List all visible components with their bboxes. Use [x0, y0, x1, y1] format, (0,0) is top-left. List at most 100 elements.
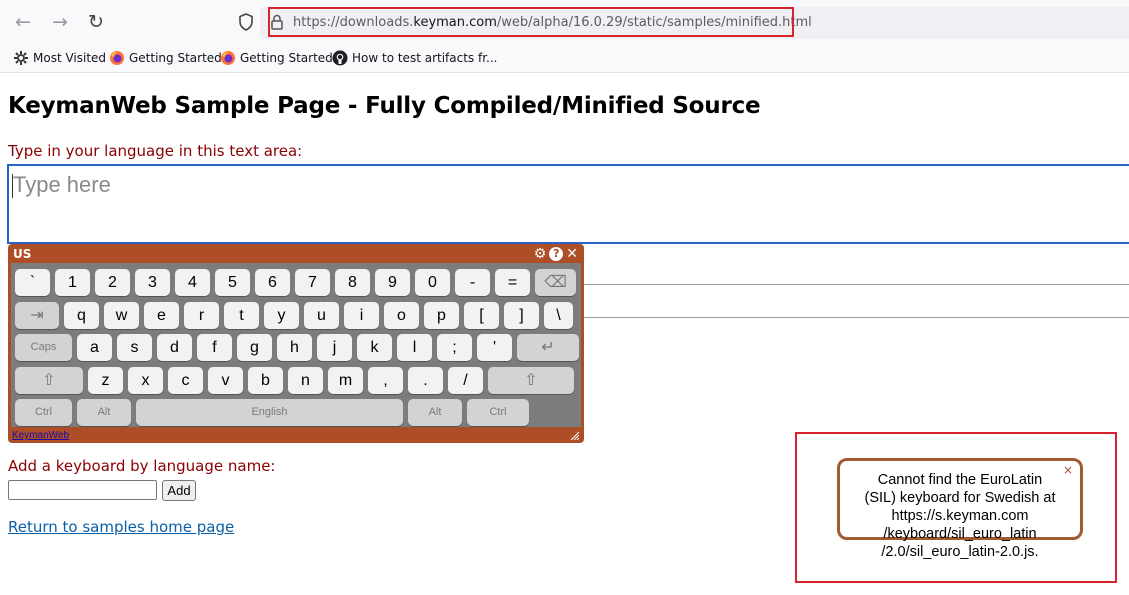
browser-toolbar: ← → ↻ https://downloads.keyman.com/web/a…: [0, 0, 1129, 44]
alert-message: Cannot find the EuroLatin (SIL) keyboard…: [830, 471, 1090, 561]
key-enter[interactable]: ↵: [517, 334, 579, 361]
alert-line: /keyboard/sil_euro_latin: [883, 526, 1037, 542]
alert-line: (SIL) keyboard for Swedish at: [864, 490, 1056, 506]
key-char[interactable]: g: [237, 334, 272, 361]
bookmark-most-visited[interactable]: Most Visited: [13, 49, 106, 67]
key-char[interactable]: Caps: [15, 334, 72, 361]
key-char[interactable]: 3: [135, 269, 170, 296]
osk-toolbar: ⚙ ? ✕: [534, 247, 578, 261]
key-char[interactable]: 7: [295, 269, 330, 296]
back-arrow-icon[interactable]: ←: [11, 10, 35, 34]
key-char[interactable]: Alt: [77, 399, 131, 426]
key-char[interactable]: r: [184, 301, 219, 329]
gear-icon: [14, 51, 28, 65]
page-title: KeymanWeb Sample Page - Fully Compiled/M…: [8, 93, 761, 119]
key-char[interactable]: ,: [368, 366, 403, 394]
key-bksp[interactable]: ⌫: [535, 269, 576, 296]
key-char[interactable]: 5: [215, 269, 250, 296]
key-char[interactable]: v: [208, 366, 243, 394]
help-icon[interactable]: ?: [549, 247, 564, 261]
key-char[interactable]: k: [357, 334, 392, 361]
key-char[interactable]: 0: [415, 269, 450, 296]
key-char[interactable]: Ctrl: [467, 399, 529, 426]
key-char[interactable]: z: [88, 366, 123, 394]
key-char[interactable]: i: [344, 301, 379, 329]
bookmark-label: Getting Started: [129, 51, 222, 65]
key-char[interactable]: /: [448, 366, 483, 394]
forward-arrow-icon[interactable]: →: [48, 10, 72, 34]
text-area[interactable]: Type here: [7, 164, 1129, 244]
key-char[interactable]: w: [104, 301, 139, 329]
bookmark-label: Most Visited: [33, 51, 107, 65]
key-char[interactable]: u: [304, 301, 339, 329]
shield-icon[interactable]: [236, 12, 256, 32]
alert-line: https://s.keyman.com: [891, 508, 1029, 524]
divider-line: [584, 284, 1129, 285]
key-space[interactable]: English: [136, 399, 403, 426]
keymanweb-link[interactable]: KeymanWeb: [12, 430, 69, 441]
key-char[interactable]: a: [77, 334, 112, 361]
bookmark-label: How to test artifacts fr...: [352, 51, 498, 65]
bookmark-getting-started[interactable]: Getting Started: [109, 49, 222, 67]
key-char[interactable]: e: [144, 301, 179, 329]
key-char[interactable]: ;: [437, 334, 472, 361]
key-char[interactable]: j: [317, 334, 352, 361]
key-char[interactable]: 2: [95, 269, 130, 296]
close-icon[interactable]: ✕: [566, 247, 578, 261]
bookmark-getting-started-2[interactable]: Getting Started: [220, 49, 333, 67]
key-char[interactable]: b: [248, 366, 283, 394]
key-char[interactable]: `: [15, 269, 50, 296]
key-char[interactable]: Alt: [408, 399, 462, 426]
textarea-label: Type in your language in this text area:: [8, 142, 303, 160]
textarea-placeholder: Type here: [13, 172, 111, 197]
osk-title: US: [13, 247, 32, 261]
resize-handle-icon[interactable]: [569, 430, 579, 440]
key-char[interactable]: y: [264, 301, 299, 329]
key-char[interactable]: c: [168, 366, 203, 394]
add-keyboard-label: Add a keyboard by language name:: [8, 457, 276, 475]
key-char[interactable]: q: [64, 301, 99, 329]
key-char[interactable]: ': [477, 334, 512, 361]
key-char[interactable]: 1: [55, 269, 90, 296]
keyboard-keys-area: ` 1 2 3 4 5 6 7 8 9 0- = ⌫ ⇥ q w e r t y u i o p[] \ Caps a s d f g h j k…: [11, 263, 581, 427]
key-char[interactable]: =: [495, 269, 530, 296]
key-char[interactable]: m: [328, 366, 363, 394]
key-shift[interactable]: ⇧: [15, 366, 83, 394]
key-char[interactable]: 6: [255, 269, 290, 296]
key-char[interactable]: f: [197, 334, 232, 361]
key-char[interactable]: d: [157, 334, 192, 361]
divider-line: [584, 317, 1129, 318]
key-char[interactable]: 8: [335, 269, 370, 296]
key-char[interactable]: o: [384, 301, 419, 329]
key-char[interactable]: 9: [375, 269, 410, 296]
return-home-link[interactable]: Return to samples home page: [8, 518, 234, 536]
key-char[interactable]: [: [464, 301, 499, 329]
key-char[interactable]: s: [117, 334, 152, 361]
url-highlight-box: [268, 7, 794, 37]
key-tab[interactable]: ⇥: [15, 301, 59, 329]
bookmark-label: Getting Started: [240, 51, 333, 65]
key-char[interactable]: t: [224, 301, 259, 329]
key-char[interactable]: n: [288, 366, 323, 394]
key-char[interactable]: .: [408, 366, 443, 394]
bookmarks-bar: Most Visited Getting Started Getting Sta…: [0, 44, 1129, 73]
key-char[interactable]: p: [424, 301, 459, 329]
key-char[interactable]: h: [277, 334, 312, 361]
gear-icon[interactable]: ⚙: [534, 247, 547, 261]
key-char[interactable]: -: [455, 269, 490, 296]
bookmark-how-to-test[interactable]: How to test artifacts fr...: [332, 49, 498, 67]
alert-line: Cannot find the EuroLatin: [877, 472, 1043, 488]
key-char[interactable]: 4: [175, 269, 210, 296]
reload-icon[interactable]: ↻: [84, 10, 108, 34]
key-char[interactable]: l: [397, 334, 432, 361]
error-alert: × Cannot find the EuroLatin (SIL) keyboa…: [837, 458, 1083, 560]
key-char[interactable]: ]: [504, 301, 539, 329]
add-button[interactable]: Add: [162, 480, 196, 501]
key-char[interactable]: x: [128, 366, 163, 394]
key-char[interactable]: Ctrl: [15, 399, 72, 426]
language-name-input[interactable]: [8, 480, 157, 500]
firefox-icon: [110, 51, 124, 65]
on-screen-keyboard[interactable]: US ⚙ ? ✕ ` 1 2 3 4 5 6 7 8 9 0- = ⌫ ⇥ q w e r t y u i o p[] \ Cap…: [8, 244, 584, 443]
key-shift[interactable]: ⇧: [488, 366, 574, 394]
key-char[interactable]: \: [544, 301, 573, 329]
